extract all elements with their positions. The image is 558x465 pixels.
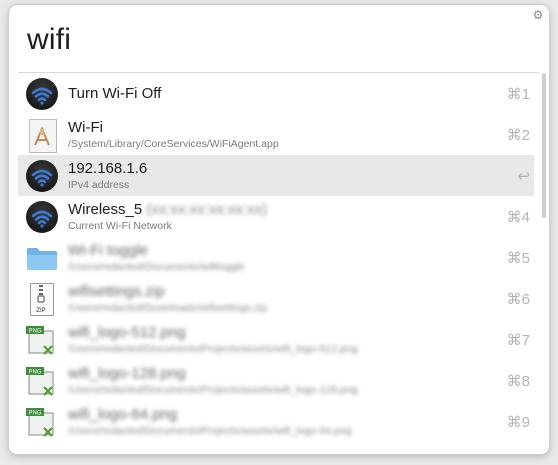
network-name: Wireless_5 — [68, 200, 143, 218]
search-query[interactable]: wifi — [27, 23, 71, 57]
gear-icon[interactable]: ⚙ — [532, 9, 544, 21]
result-title: wifi_logo-64.png — [68, 405, 178, 423]
result-subtitle: IPv4 address — [68, 178, 130, 191]
result-row-4[interactable]: Wireless_5 (xx:xx:xx:xx:xx:xx) Current W… — [18, 196, 534, 237]
network-bssid-redacted: (xx:xx:xx:xx:xx:xx) — [146, 200, 268, 218]
return-icon: ↩ — [517, 167, 530, 185]
result-row-1[interactable]: Turn Wi-Fi Off ⌘1 — [18, 73, 534, 114]
svg-text:PNG: PNG — [28, 369, 41, 375]
result-title: wifi_logo-512.png — [68, 323, 186, 341]
launcher-window: ⚙ wifi Turn Wi-Fi Off ⌘1 Wi-Fi /System/L… — [9, 5, 549, 454]
result-subtitle: Current Wi-Fi Network — [68, 219, 172, 232]
shortcut-label: ⌘9 — [506, 413, 530, 431]
shortcut-label: ⌘7 — [506, 331, 530, 349]
app-document-icon — [24, 117, 60, 153]
result-row-5[interactable]: Wi-Fi toggle /Users/redacted/Documents/w… — [18, 237, 534, 278]
result-row-6[interactable]: ZIP wifisettings.zip /Users/redacted/Dow… — [18, 278, 534, 319]
result-row-2[interactable]: Wi-Fi /System/Library/CoreServices/WiFiA… — [18, 114, 534, 155]
png-icon: PNG — [24, 322, 60, 358]
svg-text:ZIP: ZIP — [36, 308, 45, 314]
wifi-icon — [24, 76, 60, 112]
result-title: Wi-Fi toggle — [68, 241, 149, 259]
svg-text:PNG: PNG — [28, 328, 41, 334]
result-row-3[interactable]: 192.168.1.6 IPv4 address ↩ — [18, 155, 534, 196]
shortcut-label: ⌘1 — [506, 85, 530, 103]
result-subtitle: /Users/redacted/Documents/Projects/asset… — [68, 383, 358, 396]
results-list: Turn Wi-Fi Off ⌘1 Wi-Fi /System/Library/… — [18, 73, 534, 442]
result-subtitle: /Users/redacted/Documents/Projects/asset… — [68, 424, 352, 437]
folder-icon — [24, 240, 60, 276]
result-title: Wi-Fi — [68, 118, 103, 136]
result-row-9[interactable]: PNG wifi_logo-64.png /Users/redacted/Doc… — [18, 401, 534, 442]
result-title: Wireless_5 (xx:xx:xx:xx:xx:xx) — [68, 201, 490, 219]
shortcut-label: ⌘2 — [506, 126, 530, 144]
shortcut-label: ⌘5 — [506, 249, 530, 267]
result-row-7[interactable]: PNG wifi_logo-512.png /Users/redacted/Do… — [18, 319, 534, 360]
scrollbar[interactable] — [542, 73, 546, 218]
result-title: 192.168.1.6 — [68, 159, 148, 177]
result-title: wifisettings.zip — [68, 282, 165, 300]
wifi-icon — [24, 158, 60, 194]
shortcut-label: ⌘6 — [506, 290, 530, 308]
zip-icon: ZIP — [24, 281, 60, 317]
result-subtitle: /System/Library/CoreServices/WiFiAgent.a… — [68, 137, 279, 150]
svg-text:PNG: PNG — [28, 410, 41, 416]
result-title: wifi_logo-128.png — [68, 364, 186, 382]
result-subtitle: /Users/redacted/Documents/Projects/asset… — [68, 342, 358, 355]
result-title: Turn Wi-Fi Off — [68, 84, 162, 102]
png-icon: PNG — [24, 363, 60, 399]
shortcut-label: ⌘8 — [506, 372, 530, 390]
wifi-icon — [24, 199, 60, 235]
png-icon: PNG — [24, 404, 60, 440]
result-row-8[interactable]: PNG wifi_logo-128.png /Users/redacted/Do… — [18, 360, 534, 401]
shortcut-label: ⌘4 — [506, 208, 530, 226]
result-subtitle: /Users/redacted/Documents/wifitoggle — [68, 260, 245, 273]
result-subtitle: /Users/redacted/Downloads/wifisettings.z… — [68, 301, 268, 314]
